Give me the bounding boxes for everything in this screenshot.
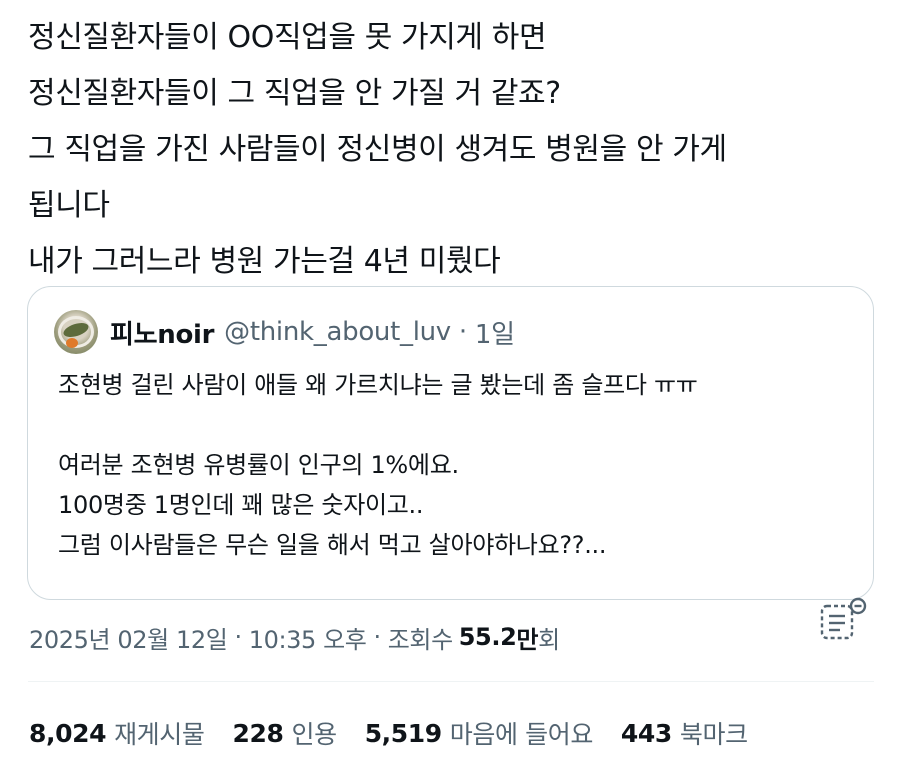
separator-dot: · xyxy=(458,317,467,347)
stat-count: 8,024 xyxy=(29,718,107,748)
quoted-tweet-header: 피노noir @think_about_luv · 1일 xyxy=(54,309,515,355)
stat-count: 228 xyxy=(232,718,284,748)
tweet-line: 정신질환자들이 그 직업을 안 가질 거 같죠? xyxy=(28,76,561,111)
tweet-metadata: 2025년 02월 12일 · 10:35 오후 · 조회수 55.2 만 회 xyxy=(29,617,560,657)
quoted-line: 그럼 이사람들은 무슨 일을 해서 먹고 살아야하나요??... xyxy=(58,531,607,559)
tweet-text: 정신질환자들이 OO직업을 못 가지게 하면 정신질환자들이 그 직업을 안 가… xyxy=(28,10,878,290)
stat-bookmarks[interactable]: 443 북마크 xyxy=(621,715,748,751)
quoted-author-handle[interactable]: @think_about_luv xyxy=(224,317,451,347)
quoted-line: 여러분 조현병 유병률이 인구의 1%에요. xyxy=(58,451,459,479)
stat-count: 5,519 xyxy=(364,718,442,748)
separator-dot: · xyxy=(373,623,381,651)
engagement-stats: 8,024 재게시물 228 인용 5,519 마음에 들어요 443 북마크 xyxy=(29,713,776,753)
tweet-line: 내가 그러느라 병원 가는걸 4년 미뤘다 xyxy=(28,244,501,279)
analytics-icon[interactable] xyxy=(816,596,872,646)
stat-quotes[interactable]: 228 인용 xyxy=(232,715,337,751)
stat-likes[interactable]: 5,519 마음에 들어요 xyxy=(364,715,594,751)
stat-label: 인용 xyxy=(291,720,337,749)
stat-count: 443 xyxy=(620,718,672,748)
views-count: 55.2 xyxy=(458,623,517,651)
views-unit: 만 xyxy=(516,625,539,654)
stat-label: 마음에 들어요 xyxy=(449,720,594,749)
post-time[interactable]: 10:35 오후 xyxy=(249,620,367,655)
quoted-timestamp[interactable]: 1일 xyxy=(475,314,515,351)
quoted-tweet-card[interactable]: 피노noir @think_about_luv · 1일 조현병 걸린 사람이 … xyxy=(27,286,874,600)
stat-reposts[interactable]: 8,024 재게시물 xyxy=(29,715,205,751)
tweet-line: 됩니다 xyxy=(28,188,110,223)
quoted-tweet-text: 조현병 걸린 사람이 애들 왜 가르치냐는 글 봤는데 좀 슬프다 ㅠㅠ 여러분… xyxy=(58,365,858,565)
quoted-author-name[interactable]: 피노noir xyxy=(110,314,214,351)
stat-label: 재게시물 xyxy=(114,720,205,749)
tweet-line: 정신질환자들이 OO직업을 못 가지게 하면 xyxy=(28,20,547,55)
stat-label: 북마크 xyxy=(679,720,748,749)
quoted-line: 100명중 1명인데 꽤 많은 숫자이고.. xyxy=(58,491,424,519)
divider xyxy=(28,681,874,682)
separator-dot: · xyxy=(234,623,242,651)
views-label: 조회수 xyxy=(387,625,453,654)
avatar[interactable] xyxy=(54,310,98,354)
post-date[interactable]: 2025년 02월 12일 xyxy=(29,620,228,655)
tweet-line: 그 직업을 가진 사람들이 정신병이 생겨도 병원을 안 가게 xyxy=(28,132,727,167)
quoted-line: 조현병 걸린 사람이 애들 왜 가르치냐는 글 봤는데 좀 슬프다 ㅠㅠ xyxy=(58,371,698,399)
views-suffix: 회 xyxy=(538,625,560,654)
